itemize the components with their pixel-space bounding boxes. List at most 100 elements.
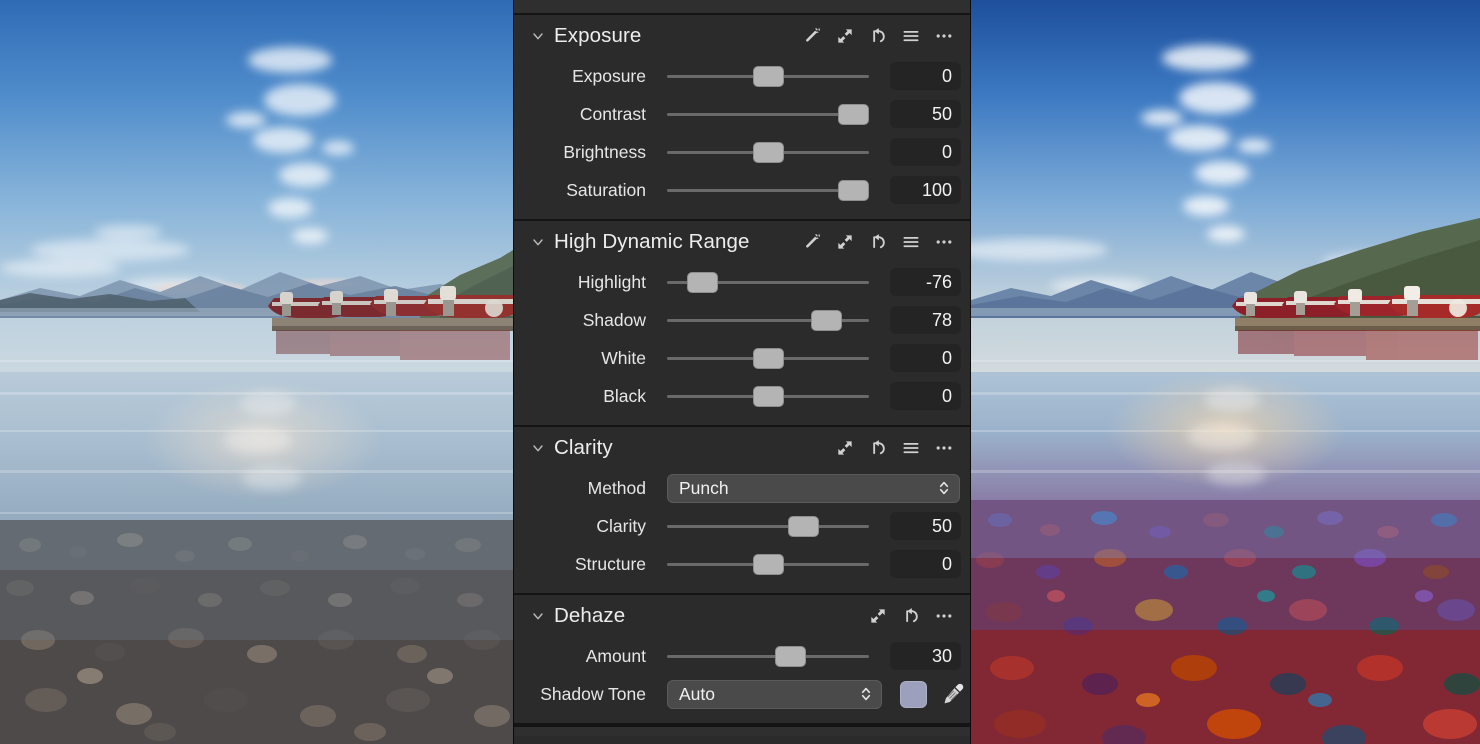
chevron-down-icon[interactable] [530, 440, 546, 456]
dropdown-shadow-tone[interactable]: Auto [667, 679, 882, 709]
value-field-exposure[interactable]: 0 [890, 62, 961, 90]
slider-thumb[interactable] [837, 179, 869, 201]
menu-icon[interactable] [901, 26, 921, 46]
value-field-clarity[interactable]: 50 [890, 512, 961, 540]
reset-icon[interactable] [901, 606, 921, 626]
auto-wand-icon[interactable] [802, 232, 822, 252]
row-label: Brightness [563, 141, 646, 162]
row-clarity-method: Method Punch [514, 469, 970, 507]
row-hdr-highlight: Highlight -76 [514, 263, 970, 301]
slider-thumb[interactable] [788, 515, 820, 537]
more-icon[interactable] [934, 26, 954, 46]
section-tools-high-dynamic-range [802, 232, 960, 252]
row-label: Highlight [577, 271, 646, 292]
section-header-high-dynamic-range[interactable]: High Dynamic Range [514, 221, 970, 263]
slider-thumb[interactable] [837, 103, 869, 125]
value-field-amount[interactable]: 30 [890, 642, 961, 670]
color-swatch-shadow-tone[interactable] [900, 680, 927, 708]
adjustments-inspector-panel: Exposure Exposure 0 Contrast 50 Brightne… [513, 0, 971, 744]
section-header-dehaze[interactable]: Dehaze [514, 595, 970, 637]
menu-icon[interactable] [901, 438, 921, 458]
row-hdr-shadow: Shadow 78 [514, 301, 970, 339]
expand-icon[interactable] [835, 232, 855, 252]
value-field-structure[interactable]: 0 [890, 550, 961, 578]
stepper-icon[interactable] [937, 478, 951, 498]
row-label: Shadow Tone [540, 683, 646, 704]
slider-thumb[interactable] [752, 141, 784, 163]
section-dehaze: Dehaze Amount 30 Shadow Tone Auto [514, 595, 970, 725]
slider-exposure[interactable] [667, 61, 869, 91]
more-icon[interactable] [934, 606, 954, 626]
section-title: High Dynamic Range [554, 230, 750, 253]
row-clarity-clarity: Clarity 50 [514, 507, 970, 545]
slider-contrast[interactable] [667, 99, 869, 129]
dropdown-value: Auto [679, 683, 715, 704]
row-hdr-black: Black 0 [514, 377, 970, 415]
section-header-clarity[interactable]: Clarity [514, 427, 970, 469]
value-field-black[interactable]: 0 [890, 382, 961, 410]
section-title: Clarity [554, 436, 613, 459]
section-tools-dehaze [868, 606, 960, 626]
section-tools-clarity [835, 438, 960, 458]
slider-shadow[interactable] [667, 305, 869, 335]
value-field-shadow[interactable]: 78 [890, 306, 961, 334]
slider-thumb[interactable] [775, 645, 807, 667]
slider-amount[interactable] [667, 641, 869, 671]
slider-thumb[interactable] [687, 271, 719, 293]
section-header-exposure[interactable]: Exposure [514, 15, 970, 57]
row-label: Saturation [566, 179, 646, 200]
section-exposure: Exposure Exposure 0 Contrast 50 Brightne… [514, 15, 970, 221]
value-field-brightness[interactable]: 0 [890, 138, 961, 166]
row-label: Method [587, 477, 646, 498]
slider-black[interactable] [667, 381, 869, 411]
menu-icon[interactable] [901, 232, 921, 252]
row-dehaze-shadow-tone: Shadow Tone Auto [514, 675, 970, 713]
section-high-dynamic-range: High Dynamic Range Highlight -76 Shadow [514, 221, 970, 427]
rows-dehaze: Amount 30 Shadow Tone Auto [514, 637, 970, 723]
eyedropper-icon[interactable] [939, 681, 965, 707]
more-icon[interactable] [934, 232, 954, 252]
row-dehaze-amount: Amount 30 [514, 637, 970, 675]
slider-highlight[interactable] [667, 267, 869, 297]
panel-partial-section-bottom [514, 725, 970, 736]
slider-structure[interactable] [667, 549, 869, 579]
slider-thumb[interactable] [752, 385, 784, 407]
slider-thumb[interactable] [810, 309, 842, 331]
value-field-contrast[interactable]: 50 [890, 100, 961, 128]
row-label: White [601, 347, 646, 368]
section-title: Dehaze [554, 604, 626, 627]
slider-saturation[interactable] [667, 175, 869, 205]
slider-track [667, 654, 869, 658]
dropdown-method[interactable]: Punch [667, 473, 960, 503]
row-label: Contrast [579, 103, 646, 124]
reset-icon[interactable] [868, 232, 888, 252]
slider-thumb[interactable] [752, 65, 784, 87]
row-hdr-white: White 0 [514, 339, 970, 377]
row-exposure-brightness: Brightness 0 [514, 133, 970, 171]
reset-icon[interactable] [868, 438, 888, 458]
value-field-white[interactable]: 0 [890, 344, 961, 372]
slider-clarity[interactable] [667, 511, 869, 541]
value-field-saturation[interactable]: 100 [890, 176, 961, 204]
auto-wand-icon[interactable] [802, 26, 822, 46]
row-clarity-structure: Structure 0 [514, 545, 970, 583]
chevron-down-icon[interactable] [530, 608, 546, 624]
value-field-highlight[interactable]: -76 [890, 268, 961, 296]
chevron-down-icon[interactable] [530, 28, 546, 44]
expand-icon[interactable] [835, 26, 855, 46]
expand-icon[interactable] [835, 438, 855, 458]
row-exposure-exposure: Exposure 0 [514, 57, 970, 95]
expand-icon[interactable] [868, 606, 888, 626]
row-label: Amount [585, 645, 646, 666]
slider-thumb[interactable] [752, 553, 784, 575]
chevron-down-icon[interactable] [530, 234, 546, 250]
stepper-icon[interactable] [859, 684, 873, 704]
row-label: Clarity [596, 515, 646, 536]
more-icon[interactable] [934, 438, 954, 458]
slider-brightness[interactable] [667, 137, 869, 167]
row-label: Black [603, 385, 646, 406]
slider-thumb[interactable] [752, 347, 784, 369]
reset-icon[interactable] [868, 26, 888, 46]
row-label: Structure [575, 553, 646, 574]
slider-white[interactable] [667, 343, 869, 373]
